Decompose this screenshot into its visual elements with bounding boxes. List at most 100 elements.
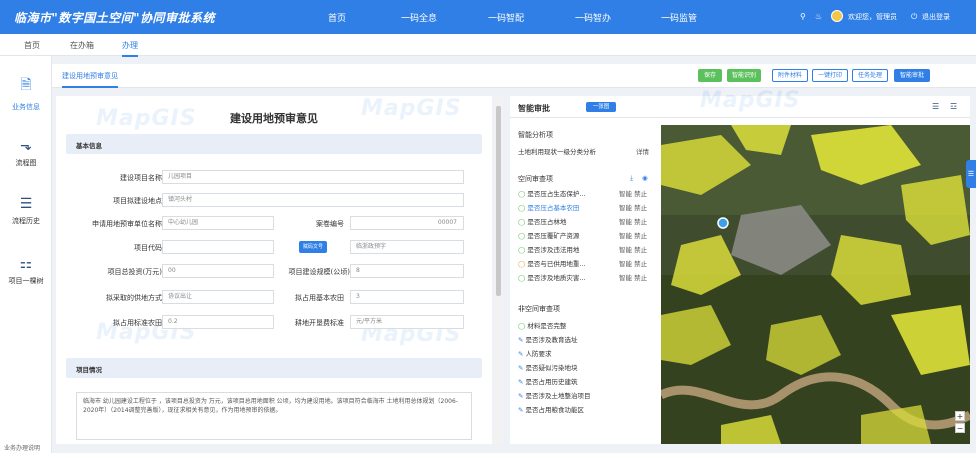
spatial-item[interactable]: ◯ 是否压占生态保护... 智能 禁止 [518, 188, 647, 198]
map-imagery [661, 125, 970, 444]
label-project-location: 项目拟建设地点 [113, 197, 162, 205]
print-button[interactable]: 一键打印 [812, 69, 848, 82]
project-name-field[interactable]: 儿园项目 [162, 170, 464, 184]
flowchart-icon: ⬎ [20, 138, 32, 154]
supply-method-field[interactable]: 协议出让 [162, 290, 274, 304]
spatial-item[interactable]: ◯ 是否压覆矿产资源 智能 禁止 [518, 230, 647, 240]
nonspatial-item[interactable]: ✎ 是否涉及教育选址 [518, 334, 578, 344]
sidebar: 🗎 业务信息 ⬎ 流程图 ☰ 流程历史 ⚏ 项目一棵树 业务办理说明 [0, 56, 52, 453]
spatial-item[interactable]: ◯ 是否涉及地质灾害... 智能 禁止 [518, 272, 647, 282]
assign-code-button[interactable]: 赋码文号 [299, 241, 327, 253]
nonspatial-item[interactable]: ✎ 人防要求 [518, 348, 552, 358]
label-case-no: 案卷编号 [316, 220, 344, 228]
save-button[interactable]: 保存 [698, 69, 722, 82]
project-code-field[interactable] [162, 240, 274, 254]
satellite-map[interactable]: + − [661, 125, 970, 444]
basic-farmland-field[interactable]: 3 [350, 290, 464, 304]
section-project-status: 项目情况 [66, 358, 482, 378]
sidebar-item-label: 业务信息 [12, 103, 40, 111]
logout-link[interactable]: 退出登录 [922, 12, 950, 22]
document-icon: 🗎 [20, 77, 32, 93]
label-basic-farmland: 拟占用基本农田 [295, 294, 344, 302]
nonspatial-item[interactable]: ✎ 是否涉及土地整治项目 [518, 390, 591, 400]
tab-inbox[interactable]: 在办箱 [70, 40, 94, 51]
nav-zhiban[interactable]: 一码智办 [575, 11, 611, 24]
nonspatial-heading: 非空间审查项 [518, 305, 560, 313]
spatial-item[interactable]: ◯ 是否涉及违法用地 智能 禁止 [518, 244, 647, 254]
nonspatial-item[interactable]: ◯ 材料是否完整 [518, 320, 566, 330]
avatar[interactable] [831, 10, 843, 22]
cultivation-fee-field[interactable]: 元/平方米 [350, 315, 464, 329]
check-icon: ◯ [518, 218, 526, 226]
one-map-tab[interactable]: 一张图 [586, 102, 616, 112]
logout-icon[interactable]: ⏻ [911, 12, 917, 22]
nav-quanxi[interactable]: 一码全息 [401, 11, 437, 24]
check-icon: ◯ [518, 232, 526, 240]
side-expand-icon[interactable]: ☰ [966, 160, 976, 188]
section-title: 项目情况 [76, 366, 102, 374]
app-title: 临海市"数字国土空间"协同审批系统 [14, 11, 216, 25]
label-standard-farmland: 拟占用标准农田 [113, 319, 162, 327]
nonspatial-item[interactable]: ✎ 是否占用粮食功能区 [518, 404, 584, 414]
spatial-item[interactable]: ◯ 是否与已供用地重... 智能 禁止 [518, 258, 647, 268]
tree-icon: ⚏ [19, 256, 33, 272]
tab-process[interactable]: 办理 [122, 40, 138, 57]
scale-field[interactable]: 8 [350, 264, 464, 278]
sub-toolbar: 建设用地预审意见 保存 智能识别 附件材料 一键打印 任务处理 智能审批 [52, 64, 976, 88]
spatial-item[interactable]: ◯ 是否压占基本农田 智能 禁止 [518, 202, 647, 212]
scrollbar-thumb[interactable] [496, 106, 501, 296]
sidebar-item-history[interactable]: ☰ 流程历史 [0, 196, 52, 226]
investment-field[interactable]: 00 [162, 264, 274, 278]
layers-icon[interactable]: ☰ [932, 102, 939, 111]
menu-icon[interactable]: ☲ [950, 102, 957, 111]
user-greeting: 欢迎您，管理员 [848, 13, 897, 21]
approval-doc-field[interactable]: 临浙政预字 [350, 240, 464, 254]
check-icon: ◯ [518, 204, 526, 212]
label-applicant: 申请用地预审单位名称 [92, 220, 162, 228]
sidebar-item-flowchart[interactable]: ⬎ 流程图 [0, 138, 52, 168]
project-description-textarea[interactable]: 临海市 幼儿园建设工程位于 ，该项目总投资为 万元，该项目总用地面积 公顷，均为… [76, 392, 472, 440]
search-icon[interactable]: ⚲ [800, 12, 806, 21]
project-location-field[interactable]: 镇河头村 [162, 193, 464, 207]
analysis-item: 土地利用现状一级分类分析 详情 [518, 146, 649, 156]
eye-icon[interactable]: ◉ [642, 174, 648, 182]
nonspatial-item[interactable]: ✎ 是否占用历史建筑 [518, 376, 578, 386]
bell-icon[interactable]: ♨ [815, 12, 822, 21]
edit-icon: ✎ [518, 406, 524, 414]
check-icon: ◯ [518, 274, 526, 282]
business-guide-link[interactable]: 业务办理说明 [4, 443, 40, 452]
applicant-field[interactable]: 中心幼儿园 [162, 216, 274, 230]
case-no-field[interactable]: 00007 [350, 216, 464, 230]
form-scrollbar[interactable] [494, 96, 503, 444]
smart-approve-button[interactable]: 智能审批 [894, 69, 930, 82]
analysis-item-label: 土地利用现状一级分类分析 [518, 148, 596, 156]
spatial-item[interactable]: ◯ 是否压占林地 智能 禁止 [518, 216, 647, 226]
label-cultivation-fee: 耕地开垦费标准 [295, 319, 344, 327]
sidebar-item-business[interactable]: 🗎 业务信息 [0, 74, 52, 112]
standard-farmland-field[interactable]: 0.2 [162, 315, 274, 329]
label-project-code: 项目代码 [134, 244, 162, 252]
smart-recognize-button[interactable]: 智能识别 [727, 69, 761, 82]
nonspatial-item[interactable]: ✎ 是否疑似污染地块 [518, 362, 578, 372]
zoom-in-button[interactable]: + [955, 411, 965, 421]
sidebar-item-label: 项目一棵树 [8, 277, 44, 285]
section-title: 基本信息 [76, 142, 102, 150]
details-link[interactable]: 详情 [636, 146, 649, 156]
label-project-name: 建设项目名称 [120, 174, 162, 182]
sidebar-item-tree[interactable]: ⚏ 项目一棵树 [0, 256, 52, 286]
tab-home[interactable]: 首页 [24, 40, 40, 51]
download-icon[interactable]: ⤓ [630, 174, 633, 183]
subtab-land-opinion[interactable]: 建设用地预审意见 [62, 71, 118, 88]
edit-icon: ✎ [518, 364, 524, 372]
nav-jianguan[interactable]: 一码监管 [661, 11, 697, 24]
label-supply-method: 拟采取的供地方式 [106, 294, 162, 302]
task-process-button[interactable]: 任务处理 [852, 69, 888, 82]
attachments-button[interactable]: 附件材料 [772, 69, 808, 82]
analysis-heading: 智能分析项 [518, 131, 553, 139]
top-bar: 临海市"数字国土空间"协同审批系统 首页 一码全息 一码智配 一码智办 一码监管… [0, 0, 976, 34]
nav-home[interactable]: 首页 [328, 11, 346, 24]
zoom-out-button[interactable]: − [955, 423, 965, 433]
edit-icon: ✎ [518, 350, 524, 358]
nav-zhipei[interactable]: 一码智配 [488, 11, 524, 24]
watermark: MapGIS [700, 88, 801, 113]
